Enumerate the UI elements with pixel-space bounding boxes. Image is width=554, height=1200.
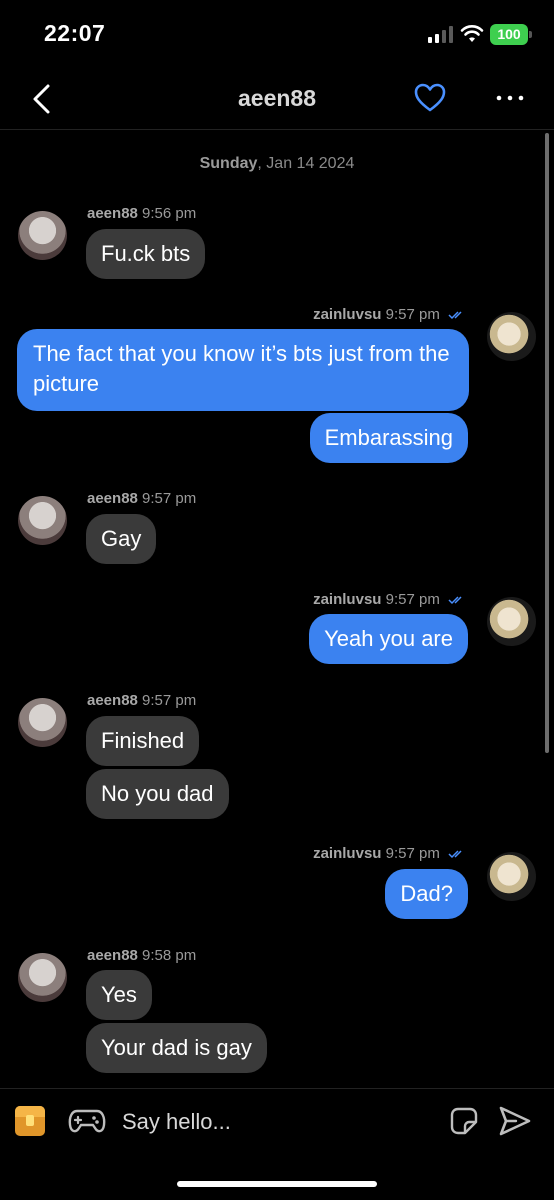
- message-meta: zainluvsu 9:57 pm: [313, 591, 466, 608]
- sender-name[interactable]: aeen88: [87, 205, 138, 222]
- gamepad-icon[interactable]: [68, 1107, 106, 1135]
- avatar[interactable]: [487, 597, 536, 646]
- message-bubble[interactable]: No you dad: [86, 769, 229, 819]
- chat-title[interactable]: aeen88: [0, 85, 554, 112]
- message-bubble[interactable]: Dad?: [385, 869, 468, 919]
- avatar[interactable]: [487, 852, 536, 901]
- scrollbar[interactable]: [545, 133, 549, 753]
- message-bubble[interactable]: Embarassing: [309, 413, 468, 463]
- sender-name[interactable]: aeen88: [87, 692, 138, 709]
- nav-bar: aeen88: [0, 68, 554, 130]
- message-bubble[interactable]: Yeah you are: [309, 614, 468, 664]
- avatar[interactable]: [18, 211, 67, 260]
- message-meta: aeen88 9:58 pm: [87, 947, 196, 964]
- message-time: 9:57 pm: [142, 490, 197, 507]
- status-time: 22:07: [44, 20, 106, 46]
- heart-icon[interactable]: [413, 82, 447, 114]
- date-day: Sunday: [199, 155, 258, 172]
- message-meta: aeen88 9:57 pm: [87, 490, 196, 507]
- signal-icon: [428, 26, 454, 43]
- message-time: 9:57 pm: [385, 845, 440, 862]
- message-bubble[interactable]: Fu.ck bts: [86, 229, 206, 279]
- message-bubble[interactable]: Your dad is gay: [86, 1023, 267, 1073]
- message-bubble[interactable]: The fact that you know it’s bts just fro…: [17, 329, 469, 411]
- message-meta: zainluvsu 9:57 pm: [313, 306, 466, 323]
- avatar[interactable]: [18, 953, 67, 1002]
- battery-tip: [529, 31, 532, 38]
- read-receipt-icon: [448, 850, 462, 859]
- sender-name[interactable]: aeen88: [87, 947, 138, 964]
- sender-name[interactable]: aeen88: [87, 490, 138, 507]
- sender-name[interactable]: zainluvsu: [313, 845, 381, 862]
- message-time: 9:58 pm: [142, 947, 197, 964]
- date-separator: Sunday, Jan 14 2024: [0, 155, 554, 173]
- battery-indicator: 100: [490, 24, 528, 45]
- message-time: 9:56 pm: [142, 205, 197, 222]
- message-meta: zainluvsu 9:57 pm: [313, 845, 466, 862]
- sticker-icon[interactable]: [450, 1107, 478, 1135]
- message-bubble[interactable]: Gay: [86, 514, 157, 564]
- home-indicator[interactable]: [177, 1181, 377, 1187]
- message-bubble[interactable]: Yes: [86, 970, 152, 1020]
- status-bar: 22:07 100: [0, 0, 554, 68]
- message-time: 9:57 pm: [385, 591, 440, 608]
- wifi-icon: [460, 25, 484, 42]
- message-meta: aeen88 9:57 pm: [87, 692, 196, 709]
- send-icon[interactable]: [498, 1105, 532, 1137]
- message-time: 9:57 pm: [385, 306, 440, 323]
- read-receipt-icon: [448, 596, 462, 605]
- read-receipt-icon: [448, 311, 462, 320]
- message-bubble[interactable]: Finished: [86, 716, 200, 766]
- message-input[interactable]: Say hello...: [122, 1109, 231, 1135]
- chest-icon[interactable]: [15, 1106, 45, 1136]
- message-meta: aeen88 9:56 pm: [87, 205, 196, 222]
- avatar[interactable]: [18, 698, 67, 747]
- sender-name[interactable]: zainluvsu: [313, 306, 381, 323]
- message-time: 9:57 pm: [142, 692, 197, 709]
- avatar[interactable]: [487, 312, 536, 361]
- avatar[interactable]: [18, 496, 67, 545]
- sender-name[interactable]: zainluvsu: [313, 591, 381, 608]
- date-text: , Jan 14 2024: [257, 155, 355, 172]
- more-dots-icon[interactable]: [494, 86, 526, 110]
- composer-bar: Say hello...: [0, 1088, 554, 1158]
